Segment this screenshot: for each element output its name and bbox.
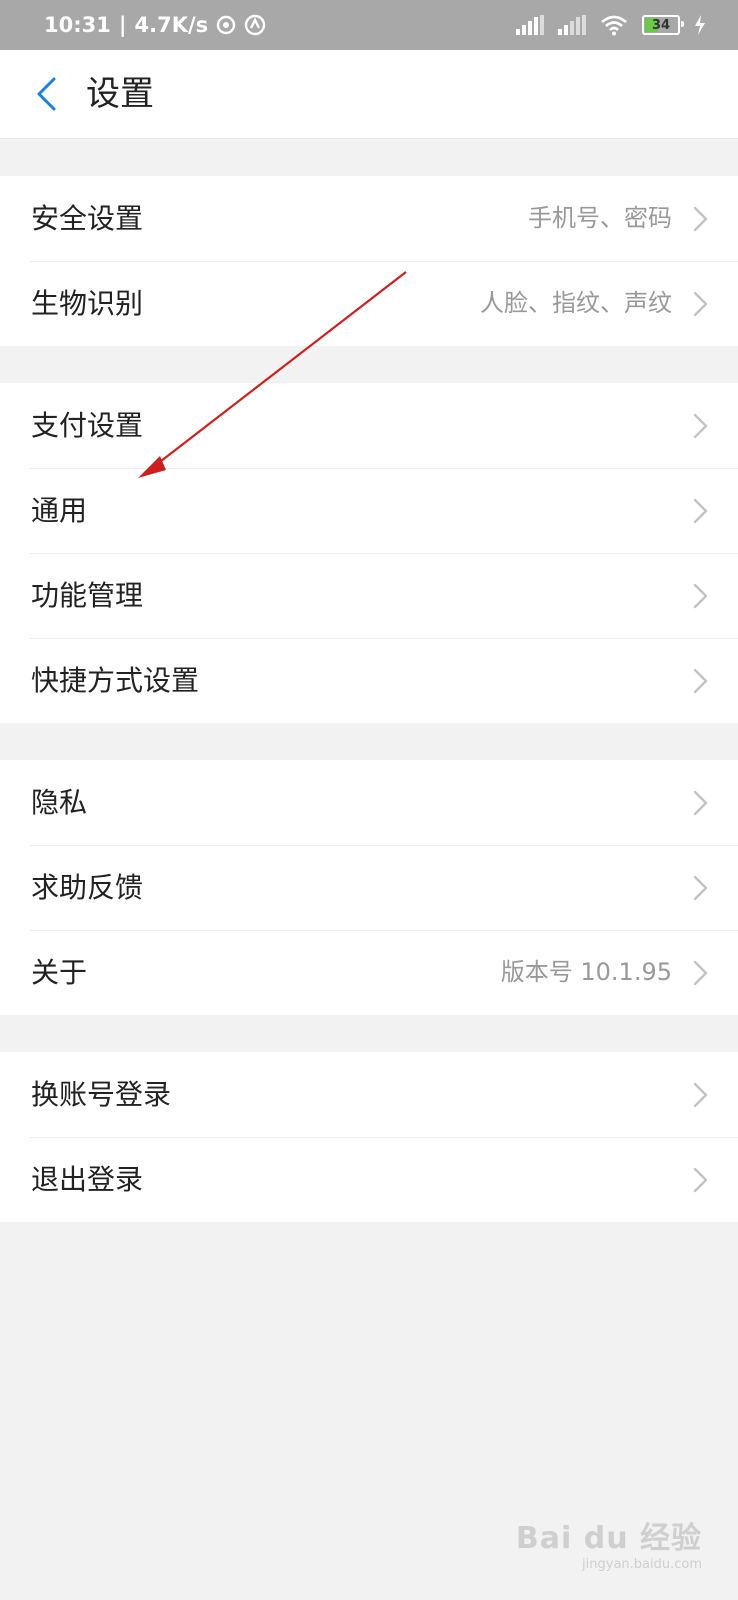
chevron-right-icon (693, 1082, 708, 1108)
status-right: 34 (516, 10, 706, 40)
row-value: 人脸、指纹、声纹 (480, 289, 672, 317)
chevron-left-icon (37, 77, 56, 111)
status-divider: | (118, 13, 127, 37)
row-about[interactable]: 关于 版本号 10.1.95 (0, 930, 738, 1015)
row-label: 隐私 (31, 786, 88, 819)
settings-group-general: 支付设置 通用 功能管理 快捷方式设置 (0, 383, 738, 723)
back-button[interactable] (26, 72, 66, 116)
settings-group-info: 隐私 求助反馈 关于 版本号 10.1.95 (0, 760, 738, 1015)
network-speed: 4.7K/s (134, 13, 209, 37)
row-label: 支付设置 (31, 409, 144, 442)
row-label: 退出登录 (31, 1163, 144, 1196)
row-label: 换账号登录 (31, 1078, 172, 1111)
battery-icon: 34 (642, 15, 684, 35)
app-notification-icon (244, 14, 266, 36)
row-value: 手机号、密码 (528, 204, 672, 232)
chevron-right-icon (693, 206, 708, 232)
watermark-logo-text: Bai du 经验 (515, 1521, 702, 1556)
row-label: 求助反馈 (31, 871, 144, 904)
settings-group-account-actions: 换账号登录 退出登录 (0, 1052, 738, 1222)
row-shortcut-settings[interactable]: 快捷方式设置 (0, 638, 738, 723)
settings-group-account: 安全设置 手机号、密码 生物识别 人脸、指纹、声纹 (0, 176, 738, 346)
chevron-right-icon (693, 498, 708, 524)
chevron-right-icon (693, 1167, 708, 1193)
row-label: 关于 (31, 956, 88, 989)
row-label: 功能管理 (31, 579, 144, 612)
row-label: 安全设置 (31, 202, 144, 235)
row-logout[interactable]: 退出登录 (0, 1137, 738, 1222)
baidu-watermark: Bai du 经验 jingyan.baidu.com (516, 1513, 702, 1572)
chevron-right-icon (693, 960, 708, 986)
chevron-right-icon (693, 668, 708, 694)
chevron-right-icon (693, 790, 708, 816)
chevron-right-icon (693, 583, 708, 609)
row-general[interactable]: 通用 (0, 468, 738, 553)
row-label: 快捷方式设置 (31, 664, 200, 697)
status-bar: 10:31 | 4.7K/s 34 (0, 0, 738, 50)
row-privacy[interactable]: 隐私 (0, 760, 738, 845)
row-label: 通用 (31, 494, 88, 527)
signal-icon (516, 15, 544, 35)
title-bar: 设置 (0, 50, 738, 139)
battery-level: 34 (651, 17, 671, 33)
chevron-right-icon (693, 875, 708, 901)
charging-icon (694, 15, 706, 35)
row-biometrics[interactable]: 生物识别 人脸、指纹、声纹 (0, 261, 738, 346)
row-switch-account[interactable]: 换账号登录 (0, 1052, 738, 1137)
status-time: 10:31 (44, 13, 111, 37)
row-label: 生物识别 (31, 287, 144, 320)
page-title: 设置 (86, 74, 154, 114)
row-feature-management[interactable]: 功能管理 (0, 553, 738, 638)
wifi-icon (600, 14, 628, 36)
watermark-url: jingyan.baidu.com (582, 1557, 702, 1572)
status-left: 10:31 | 4.7K/s (44, 10, 266, 40)
chevron-right-icon (693, 291, 708, 317)
row-security-settings[interactable]: 安全设置 手机号、密码 (0, 176, 738, 261)
row-help-feedback[interactable]: 求助反馈 (0, 845, 738, 930)
row-value: 版本号 10.1.95 (500, 958, 672, 986)
sync-icon (216, 15, 236, 35)
row-payment-settings[interactable]: 支付设置 (0, 383, 738, 468)
signal-icon-2 (558, 15, 586, 35)
chevron-right-icon (693, 413, 708, 439)
